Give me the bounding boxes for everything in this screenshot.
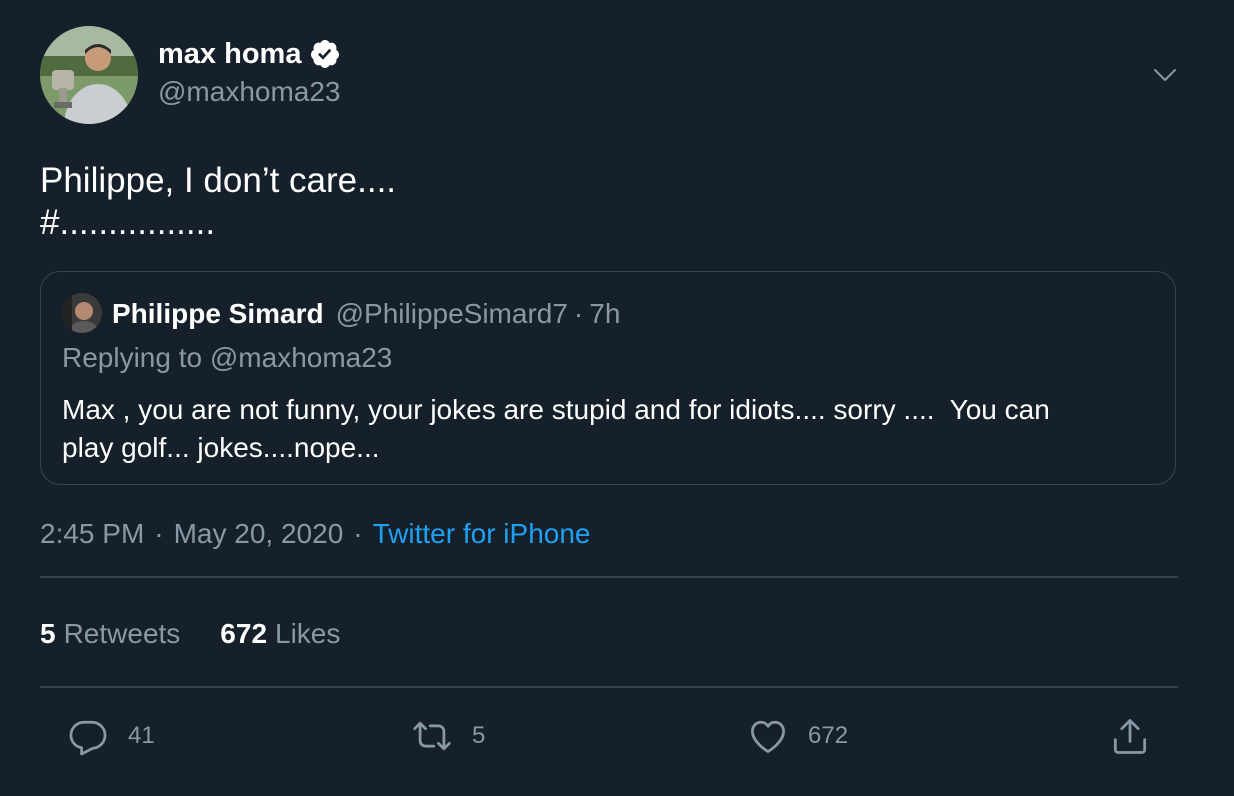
quoted-text-line: Max , you are not funny, your jokes are … [62,394,1050,425]
quoted-header: Philippe Simard @PhilippeSimard7 · 7h [112,294,620,334]
tweet-source-link[interactable]: Twitter for iPhone [373,518,591,550]
tweet-hashtag[interactable]: #................ [40,202,396,244]
separator-dot: · [573,298,584,329]
tweet-stats: 5 Retweets 672 Likes [40,618,380,650]
tweet-detail: max homa @maxhoma23 Philippe, I don’t ca… [0,0,1234,796]
quoted-tweet[interactable]: Philippe Simard @PhilippeSimard7 · 7h Re… [40,271,1176,485]
retweet-button[interactable]: 5 [410,714,485,758]
likes-stat[interactable]: 672 Likes [220,618,340,650]
tweet-time[interactable]: 2:45 PM [40,518,144,550]
reply-count: 41 [128,722,155,749]
tweet-text-line: Philippe, I don’t care.... [40,161,397,200]
author-handle[interactable]: @maxhoma23 [158,76,341,108]
divider [40,576,1178,578]
quoted-timestamp[interactable]: 7h [589,298,620,330]
retweets-stat[interactable]: 5 Retweets [40,618,180,650]
author-name-row[interactable]: max homa [158,34,341,74]
share-icon [1113,719,1147,754]
replying-to: Replying to @maxhoma23 [62,342,392,374]
quoted-author-handle[interactable]: @PhilippeSimard7 [336,298,568,330]
like-count: 672 [808,722,849,749]
tweet-date[interactable]: May 20, 2020 [174,518,344,550]
quoted-author-name[interactable]: Philippe Simard [112,298,324,330]
tweet-meta: 2:45 PM · May 20, 2020 · Twitter for iPh… [40,518,590,550]
separator-dot: · [154,518,164,549]
verified-badge-icon [311,40,340,68]
quoted-author-avatar[interactable] [62,293,102,333]
likes-label: Likes [275,618,341,649]
share-button[interactable] [1108,714,1152,758]
quoted-tweet-text: Max , you are not funny, your jokes are … [62,391,1162,467]
heart-icon [751,720,785,753]
retweets-count: 5 [40,618,56,649]
separator-dot: · [353,518,363,549]
retweets-label: Retweets [63,618,181,649]
like-button[interactable]: 672 [746,714,848,758]
replying-to-mention[interactable]: @maxhoma23 [210,342,393,373]
retweet-count: 5 [472,722,486,749]
divider [40,686,1178,688]
reply-button[interactable]: 41 [66,714,155,758]
likes-count: 672 [220,618,268,649]
chevron-down-icon[interactable] [1150,60,1180,90]
retweet-icon [413,721,451,751]
author-avatar[interactable] [40,26,138,124]
replying-to-prefix: Replying to [62,342,203,373]
reply-icon [69,720,107,756]
quoted-text-line: play golf... jokes....nope... [62,432,380,463]
tweet-text: Philippe, I don’t care.... #............… [40,160,396,244]
author-name[interactable]: max homa [158,38,301,71]
